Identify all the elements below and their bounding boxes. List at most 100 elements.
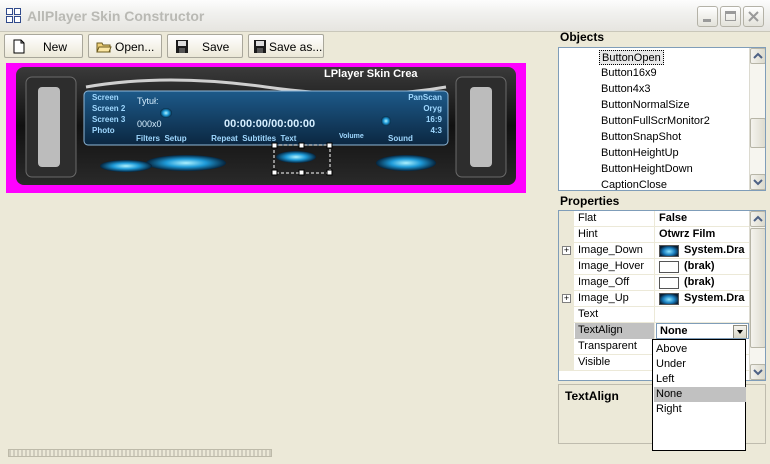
chevron-down-icon — [753, 369, 763, 376]
open-button-label: Open... — [115, 40, 155, 54]
minimize-button[interactable] — [697, 6, 718, 27]
expand-plus-icon[interactable]: + — [562, 294, 571, 303]
floppy-disk-icon — [254, 40, 266, 53]
maximize-button[interactable] — [720, 6, 741, 27]
skin-preview[interactable]: LPlayer Skin Crea Screen Screen 2 Screen… — [6, 63, 526, 193]
design-canvas[interactable]: LPlayer Skin Crea Screen Screen 2 Screen… — [4, 61, 554, 446]
property-name: Image_Off — [575, 275, 655, 291]
property-row-image-up[interactable]: + Image_Up System.Dra — [559, 291, 749, 307]
skin-left-menu: Screen Screen 2 Screen 3 Photo — [92, 92, 125, 136]
description-title: TextAlign — [565, 389, 619, 403]
skin-sound-label: Sound — [388, 134, 413, 143]
property-value[interactable] — [656, 307, 749, 323]
image-preview-swatch — [659, 245, 679, 257]
objects-tree[interactable]: ButtonOpen Button16x9 Button4x3 ButtonNo… — [558, 47, 766, 191]
property-value[interactable]: System.Dra — [656, 243, 749, 259]
dropdown-option-left[interactable]: Left — [654, 372, 746, 387]
app-icon — [6, 8, 22, 24]
skin-menu-oryg[interactable]: Oryg — [398, 103, 442, 114]
properties-scrollbar[interactable] — [749, 211, 765, 380]
skin-menu-screen[interactable]: Screen — [92, 92, 125, 103]
tree-item[interactable]: CaptionClose — [599, 178, 669, 190]
expand-plus-icon[interactable]: + — [562, 246, 571, 255]
tree-item[interactable]: ButtonSnapShot — [599, 130, 683, 145]
property-name: Transparent — [575, 339, 655, 355]
property-row-hint[interactable]: Hint Otwrz Film — [559, 227, 749, 243]
property-name: TextAlign — [575, 323, 655, 339]
property-row-text[interactable]: Text — [559, 307, 749, 323]
open-folder-icon — [96, 42, 112, 53]
dropdown-option-none[interactable]: None — [654, 387, 746, 402]
property-row-image-down[interactable]: + Image_Down System.Dra — [559, 243, 749, 259]
tree-item[interactable]: ButtonOpen — [599, 50, 664, 65]
scroll-down-button[interactable] — [750, 174, 765, 190]
chevron-up-icon — [753, 52, 763, 59]
scroll-thumb[interactable] — [750, 118, 765, 148]
skin-label-filters[interactable]: Filters — [136, 134, 160, 143]
skin-counter: 000x0 — [137, 119, 162, 129]
minimize-icon — [703, 19, 711, 22]
skin-menu-panscan[interactable]: PanScan — [398, 92, 442, 103]
property-value[interactable]: Otwrz Film — [656, 227, 749, 243]
chevron-down-icon — [737, 330, 743, 334]
scroll-down-button[interactable] — [750, 364, 765, 380]
close-button[interactable] — [743, 6, 764, 27]
toolbar: New Open... Save Save as... — [4, 33, 554, 60]
tree-item[interactable]: ButtonFullScrMonitor2 — [599, 114, 712, 129]
skin-label-repeat[interactable]: Repeat — [211, 134, 238, 143]
new-button[interactable]: New — [4, 34, 83, 58]
skin-label-subtitles[interactable]: Subtitles — [242, 134, 276, 143]
save-button-label: Save — [202, 40, 230, 54]
property-name: Hint — [575, 227, 655, 243]
textalign-combo[interactable]: None — [656, 323, 749, 339]
tree-item[interactable]: ButtonHeightUp — [599, 146, 681, 161]
skin-bottom-labels: Filters Setup Repeat Subtitles Text — [136, 134, 296, 143]
property-value[interactable]: (brak) — [656, 259, 749, 275]
skin-label-text[interactable]: Text — [281, 134, 297, 143]
textalign-dropdown-list[interactable]: Above Under Left None Right — [652, 339, 746, 451]
chevron-down-icon — [753, 179, 763, 186]
new-button-label: New — [43, 40, 68, 54]
skin-title: LPlayer Skin Crea — [324, 68, 418, 80]
dropdown-option-right[interactable]: Right — [654, 402, 746, 417]
skin-menu-screen-3[interactable]: Screen 3 — [92, 114, 125, 125]
dropdown-option-above[interactable]: Above — [654, 342, 746, 357]
close-icon — [748, 11, 759, 22]
scroll-up-button[interactable] — [750, 211, 765, 227]
property-name: Image_Hover — [575, 259, 655, 275]
property-row-flat[interactable]: Flat False — [559, 211, 749, 227]
property-name: Visible — [575, 355, 655, 371]
skin-track-label: Tytuł: — [137, 96, 159, 106]
property-row-image-hover[interactable]: Image_Hover (brak) — [559, 259, 749, 275]
chevron-up-icon — [753, 215, 763, 222]
skin-label-setup[interactable]: Setup — [164, 134, 186, 143]
tree-item[interactable]: Button4x3 — [599, 82, 653, 97]
property-name: Flat — [575, 211, 655, 227]
property-value[interactable]: False — [656, 211, 749, 227]
skin-menu-photo[interactable]: Photo — [92, 125, 125, 136]
open-button[interactable]: Open... — [88, 34, 162, 58]
property-row-textalign[interactable]: TextAlign None — [559, 323, 749, 339]
tree-item[interactable]: ButtonHeightDown — [599, 162, 695, 177]
maximize-icon — [725, 11, 736, 21]
skin-menu-screen-2[interactable]: Screen 2 — [92, 103, 125, 114]
skin-time: 00:00:00/00:00:00 — [224, 118, 316, 130]
tree-item[interactable]: Button16x9 — [599, 66, 659, 81]
tree-item[interactable]: ButtonNormalSize — [599, 98, 692, 113]
property-value[interactable]: System.Dra — [656, 291, 749, 307]
combo-dropdown-button[interactable] — [733, 325, 747, 338]
scroll-thumb[interactable] — [750, 228, 765, 348]
save-as-button[interactable]: Save as... — [248, 34, 324, 58]
property-value[interactable]: (brak) — [656, 275, 749, 291]
save-button[interactable]: Save — [167, 34, 243, 58]
skin-menu-16x9[interactable]: 16:9 — [398, 114, 442, 125]
objects-scrollbar[interactable] — [749, 48, 765, 190]
save-as-button-label: Save as... — [269, 40, 323, 54]
property-row-image-off[interactable]: Image_Off (brak) — [559, 275, 749, 291]
scroll-up-button[interactable] — [750, 48, 765, 64]
window-title: AllPlayer Skin Constructor — [27, 8, 205, 24]
dropdown-option-under[interactable]: Under — [654, 357, 746, 372]
new-file-icon — [13, 39, 25, 54]
status-progress — [8, 449, 272, 457]
objects-header: Objects — [560, 30, 605, 44]
